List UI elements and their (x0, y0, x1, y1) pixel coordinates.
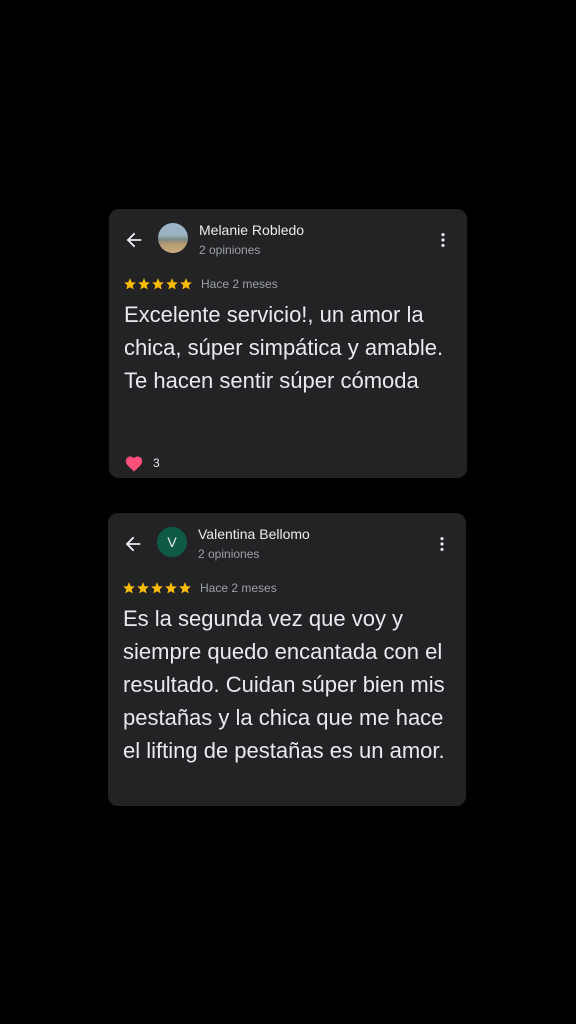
reviewer-opinions-count: 2 opiniones (199, 243, 261, 257)
review-text: Excelente servicio!, un amor la chica, s… (124, 302, 444, 393)
heart-icon[interactable] (124, 454, 144, 472)
review-card: V Valentina Bellomo 2 opiniones Hace 2 m… (108, 513, 466, 806)
reaction-count: 3 (153, 456, 160, 470)
review-time: Hace 2 meses (200, 581, 277, 595)
review-rating: Hace 2 meses (123, 276, 278, 292)
more-options-icon[interactable] (433, 230, 453, 250)
review-header: V Valentina Bellomo 2 opiniones (108, 513, 466, 573)
reviewer-name[interactable]: Melanie Robledo (199, 222, 304, 238)
review-card: Melanie Robledo 2 opiniones Hace 2 meses… (109, 209, 467, 478)
star-icon (166, 278, 178, 290)
reviewer-avatar[interactable] (158, 223, 188, 253)
star-rating (123, 277, 193, 291)
star-icon (124, 278, 136, 290)
more-options-icon[interactable] (432, 534, 452, 554)
star-icon (179, 582, 191, 594)
star-icon (138, 278, 150, 290)
reviewer-name[interactable]: Valentina Bellomo (198, 526, 310, 542)
review-header: Melanie Robledo 2 opiniones (109, 209, 467, 269)
reviewer-opinions-count: 2 opiniones (198, 547, 260, 561)
review-time: Hace 2 meses (201, 277, 278, 291)
star-icon (123, 582, 135, 594)
back-arrow-icon[interactable] (122, 533, 144, 555)
star-rating (122, 581, 192, 595)
star-icon (151, 582, 163, 594)
review-text: Es la segunda vez que voy y siempre qued… (123, 606, 445, 763)
reaction-bar[interactable]: 3 (124, 453, 160, 473)
star-icon (137, 582, 149, 594)
star-icon (165, 582, 177, 594)
star-icon (152, 278, 164, 290)
review-rating: Hace 2 meses (122, 580, 277, 596)
back-arrow-icon[interactable] (123, 229, 145, 251)
star-icon (180, 278, 192, 290)
reviewer-avatar[interactable]: V (157, 527, 187, 557)
